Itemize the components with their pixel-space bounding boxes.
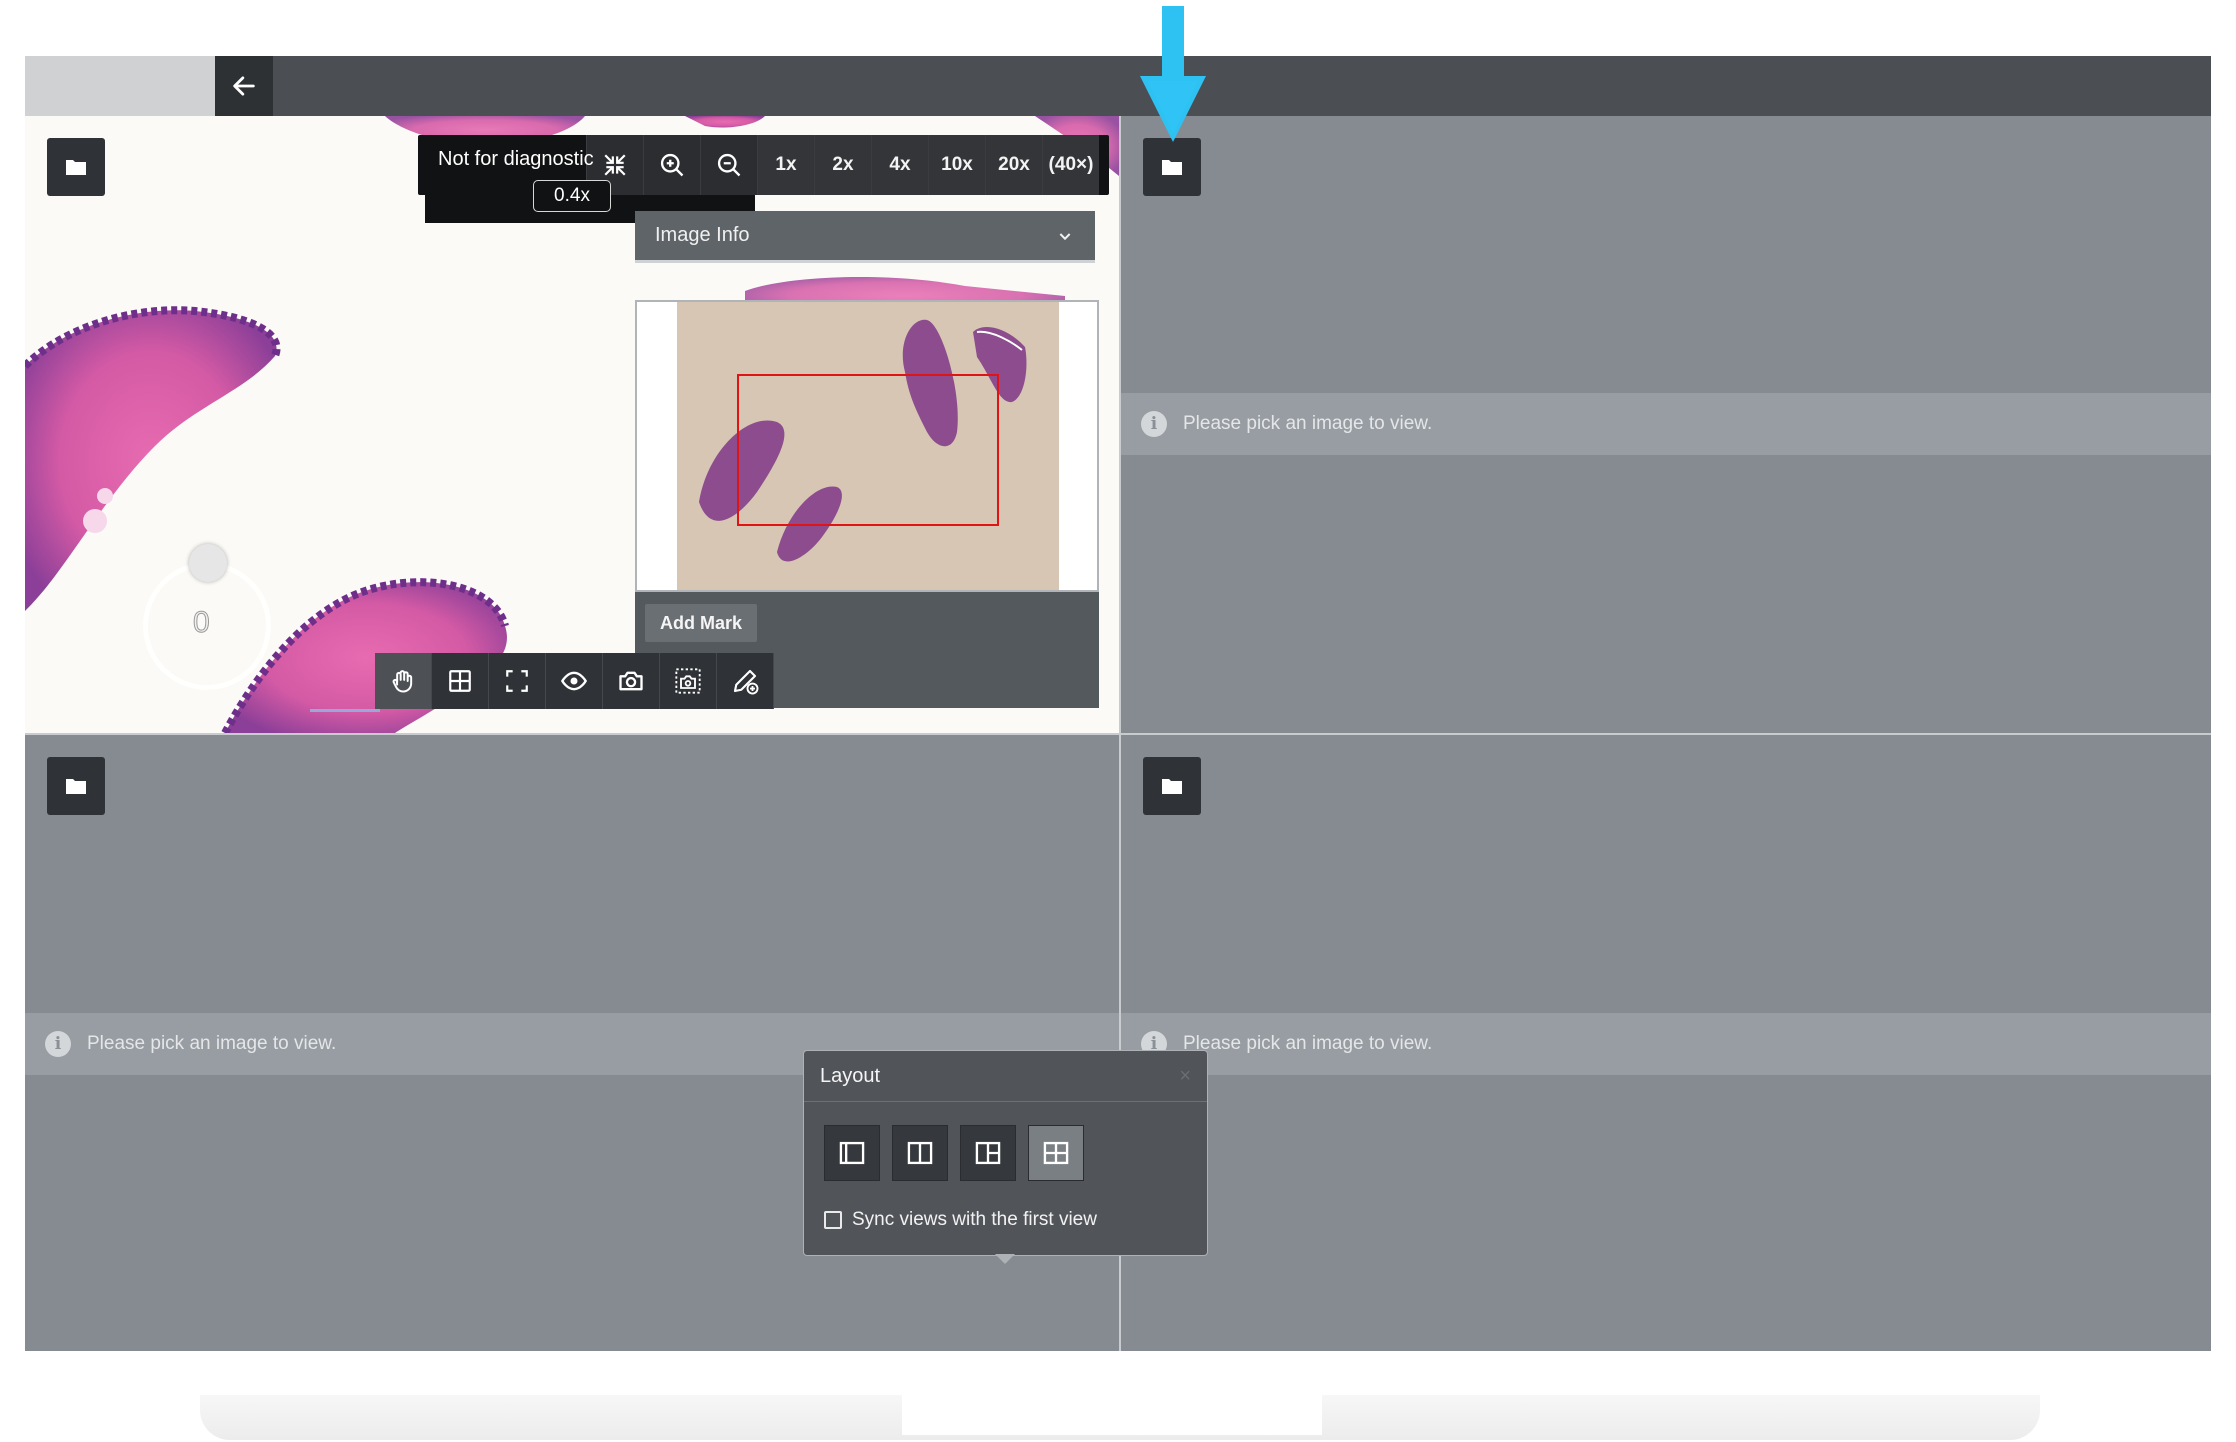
zoom-2x-button[interactable]: 2x <box>814 135 871 195</box>
layout-popup-title: Layout <box>820 1064 881 1087</box>
empty-pane-message: i Please pick an image to view. <box>1121 393 2211 455</box>
info-icon: i <box>1141 411 1167 437</box>
info-icon: i <box>45 1031 71 1057</box>
zoom-toolbar: Not for diagnostic 1x 2x 4x 10x 20x (40×… <box>418 135 1109 195</box>
empty-pane-text: Please pick an image to view. <box>87 1033 337 1054</box>
sync-views-checkbox[interactable] <box>824 1211 842 1229</box>
camera-icon <box>619 671 643 691</box>
layout-four-grid-button[interactable] <box>1028 1125 1084 1181</box>
folder-icon <box>1162 779 1182 794</box>
layout-three-panel-button[interactable] <box>960 1125 1016 1181</box>
sync-views-label: Sync views with the first view <box>852 1209 1097 1230</box>
rotation-value: 0 <box>193 606 211 640</box>
layout-popup-header: Layout × <box>804 1051 1207 1102</box>
zoom-in-button[interactable] <box>643 135 700 195</box>
region-snapshot-button[interactable] <box>660 653 717 709</box>
folder-icon <box>66 160 86 175</box>
viewport-indicator[interactable] <box>737 374 999 526</box>
image-info-dropdown[interactable]: Image Info <box>635 211 1095 263</box>
annotate-button[interactable] <box>717 653 774 709</box>
layout-popup: Layout × Sync views with the first view <box>803 1050 1208 1256</box>
sync-views-option[interactable]: Sync views with the first view <box>824 1209 1097 1231</box>
rotation-handle[interactable] <box>189 544 227 582</box>
viewer-pane-4[interactable]: i Please pick an image to view. <box>1121 735 2211 1351</box>
open-image-button-3[interactable] <box>47 757 105 815</box>
zoom-out-button[interactable] <box>700 135 757 195</box>
layout-options <box>824 1125 1084 1181</box>
tool-toolbar <box>375 653 774 709</box>
fullscreen-button[interactable] <box>489 653 546 709</box>
region-camera-icon <box>675 668 701 694</box>
empty-pane-message: i Please pick an image to view. <box>1121 1013 2211 1075</box>
layout-single-button[interactable] <box>824 1125 880 1181</box>
empty-pane-text: Please pick an image to view. <box>1183 413 1433 434</box>
open-image-button-1[interactable] <box>47 138 105 196</box>
zoom-20x-button[interactable]: 20x <box>985 135 1042 195</box>
grid-tool-button[interactable] <box>432 653 489 709</box>
zoom-10x-button[interactable]: 10x <box>928 135 985 195</box>
image-info-label: Image Info <box>655 224 750 246</box>
zoom-out-icon <box>717 153 741 177</box>
chevron-down-icon <box>1059 232 1071 240</box>
layout-two-column-icon <box>907 1141 933 1165</box>
zoom-4x-button[interactable]: 4x <box>871 135 928 195</box>
snapshot-button[interactable] <box>603 653 660 709</box>
add-mark-button[interactable]: Add Mark <box>645 604 757 642</box>
close-icon[interactable]: × <box>1179 1065 1191 1088</box>
layout-popup-pointer <box>995 1254 1015 1264</box>
top-bar <box>25 56 2211 116</box>
folder-icon <box>1162 160 1182 175</box>
pencil-add-icon <box>733 669 759 695</box>
scale-bar <box>310 709 380 712</box>
viewer-pane-3[interactable]: i Please pick an image to view. <box>25 735 1119 1351</box>
collapse-arrows-icon <box>604 154 626 176</box>
viewer-pane-1[interactable]: Not for diagnostic 1x 2x 4x 10x 20x (40×… <box>25 116 1119 733</box>
layout-two-column-button[interactable] <box>892 1125 948 1181</box>
folder-icon <box>66 779 86 794</box>
annotation-arrow-icon <box>1140 6 1206 142</box>
grid-icon <box>449 670 471 692</box>
pan-tool-button[interactable] <box>375 653 432 709</box>
bottom-notch <box>902 1395 1322 1435</box>
hand-icon <box>392 670 413 693</box>
layout-three-panel-icon <box>975 1141 1001 1165</box>
diagnostic-notice-text: Not for diagnostic <box>438 148 594 170</box>
back-button[interactable] <box>215 56 273 116</box>
arrow-left-icon <box>233 76 255 96</box>
viewer-pane-2[interactable]: i Please pick an image to view. <box>1121 116 2211 733</box>
visibility-button[interactable] <box>546 653 603 709</box>
layout-single-icon <box>839 1141 865 1165</box>
empty-pane-text: Please pick an image to view. <box>1183 1033 1433 1054</box>
top-bar-left-panel <box>25 56 215 116</box>
zoom-in-icon <box>660 153 684 177</box>
zoom-1x-button[interactable]: 1x <box>757 135 814 195</box>
eye-icon <box>560 671 588 691</box>
zoom-40x-button[interactable]: (40×) <box>1042 135 1099 195</box>
fullscreen-icon <box>506 670 528 692</box>
horizontal-divider[interactable] <box>25 733 2211 735</box>
current-scale: 0.4x <box>533 180 611 212</box>
open-image-button-2[interactable] <box>1143 138 1201 196</box>
open-image-button-4[interactable] <box>1143 757 1201 815</box>
slide-minimap[interactable] <box>635 300 1099 592</box>
layout-four-grid-icon <box>1043 1141 1069 1165</box>
